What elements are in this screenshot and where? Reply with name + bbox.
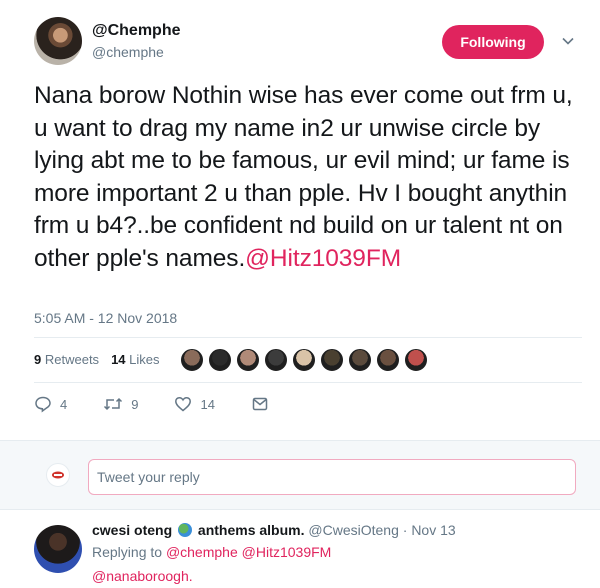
reply-author-avatar[interactable] [34,525,82,573]
replying-to-label: Replying to [92,544,163,560]
message-action[interactable] [251,395,277,413]
retweet-action[interactable]: 9 [103,395,138,413]
retweets-count: 9 [34,352,42,367]
liker-avatar[interactable] [180,348,204,372]
likes-stat[interactable]: 14 Likes [111,352,159,367]
chevron-down-icon[interactable] [562,35,574,47]
likers-avatars [180,348,432,372]
reply-header: cwesi oteng anthems album. @CwesiOteng ·… [92,522,456,538]
reply-tweet[interactable]: cwesi oteng anthems album. @CwesiOteng ·… [0,510,600,588]
liker-avatar[interactable] [404,348,428,372]
reply-icon [35,396,51,413]
reply-input[interactable]: Tweet your reply [88,459,576,495]
reply-date[interactable]: · Nov 13 [403,522,456,538]
author-display-name[interactable]: @Chemphe [92,22,181,40]
reply-author-name[interactable]: cwesi oteng [92,522,172,538]
tweet-actions: 4 9 14 [34,395,313,413]
user-logo-icon [52,471,64,479]
liker-avatar[interactable] [292,348,316,372]
like-count: 14 [200,396,215,412]
current-user-avatar[interactable] [46,463,70,487]
liker-avatar[interactable] [208,348,232,372]
tweet-stats: 9 Retweets 14 Likes [34,352,172,367]
retweet-count: 9 [131,396,139,412]
tweet-timestamp[interactable]: 5:05 AM - 12 Nov 2018 [34,310,177,326]
reply-count: 4 [60,396,68,412]
divider [34,382,582,383]
author-avatar[interactable] [34,17,82,65]
retweets-label: Retweets [44,352,100,367]
retweets-stat[interactable]: 9 Retweets [34,352,99,367]
tweet-text: Nana borow Nothin wise has ever come out… [34,80,582,275]
globe-emoji-icon [178,523,193,537]
envelope-icon [252,397,268,411]
reply-action[interactable]: 4 [34,395,67,413]
likes-label: Likes [129,352,160,367]
liker-avatar[interactable] [320,348,344,372]
author-handle[interactable]: @chemphe [92,44,164,60]
likes-count: 14 [111,352,126,367]
mention-link[interactable]: @Hitz1039FM [245,245,401,272]
reply-composer: Tweet your reply [0,440,600,510]
heart-icon [175,396,192,412]
divider [34,337,582,338]
liker-avatar[interactable] [236,348,260,372]
tweet-body: Nana borow Nothin wise has ever come out… [34,82,573,272]
following-button[interactable]: Following [442,25,544,59]
reply-text[interactable]: @nanaboroogh. [92,568,193,584]
liker-avatar[interactable] [348,348,372,372]
retweet-icon [104,397,123,411]
like-action[interactable]: 14 [174,395,215,413]
liker-avatar[interactable] [376,348,400,372]
replying-to: Replying to @chemphe @Hitz1039FM [92,544,331,560]
reply-author-name-suffix[interactable]: anthems album. [198,522,305,538]
replying-to-users[interactable]: @chemphe @Hitz1039FM [166,544,331,560]
tweet: @Chemphe @chemphe Following Nana borow N… [0,0,600,440]
reply-author-handle[interactable]: @CwesiOteng [308,522,398,538]
liker-avatar[interactable] [264,348,288,372]
